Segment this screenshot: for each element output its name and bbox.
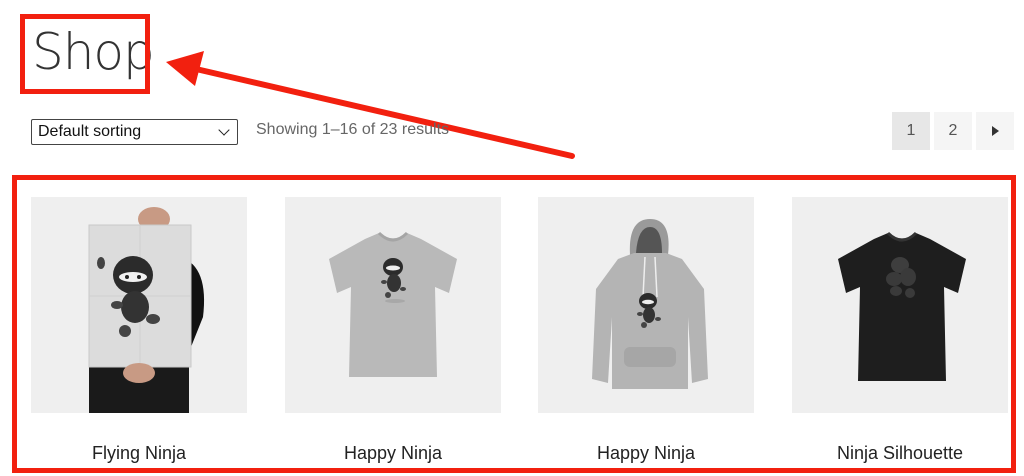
product-card[interactable]: Happy Ninja: [538, 197, 754, 463]
product-name[interactable]: Happy Ninja: [538, 443, 754, 464]
result-count: Showing 1–16 of 23 results: [256, 121, 450, 138]
product-card[interactable]: Ninja Silhouette: [792, 197, 1008, 463]
chevron-down-icon: [218, 124, 230, 136]
pagination: 1 2: [892, 112, 1014, 150]
product-image[interactable]: [792, 197, 1008, 413]
product-image[interactable]: [538, 197, 754, 413]
product-name[interactable]: Flying Ninja: [31, 443, 247, 464]
product-name[interactable]: Happy Ninja: [285, 443, 501, 464]
grey-tshirt-image: [329, 231, 457, 377]
ninja-poster-image: [88, 207, 205, 413]
page-1-button[interactable]: 1: [892, 112, 930, 150]
product-card[interactable]: Happy Ninja: [285, 197, 501, 463]
product-card[interactable]: Flying Ninja: [31, 197, 247, 463]
black-tshirt-image: [838, 231, 966, 381]
product-name[interactable]: Ninja Silhouette: [792, 443, 1008, 464]
sort-select[interactable]: Default sorting: [31, 119, 238, 145]
sort-select-value: Default sorting: [38, 123, 142, 140]
page-2-button[interactable]: 2: [934, 112, 972, 150]
title-highlight-box: [20, 14, 150, 94]
grey-hoodie-image: [592, 219, 708, 389]
next-page-button[interactable]: [976, 112, 1014, 150]
product-image[interactable]: [31, 197, 247, 413]
product-image[interactable]: [285, 197, 501, 413]
triangle-right-icon: [991, 126, 999, 136]
